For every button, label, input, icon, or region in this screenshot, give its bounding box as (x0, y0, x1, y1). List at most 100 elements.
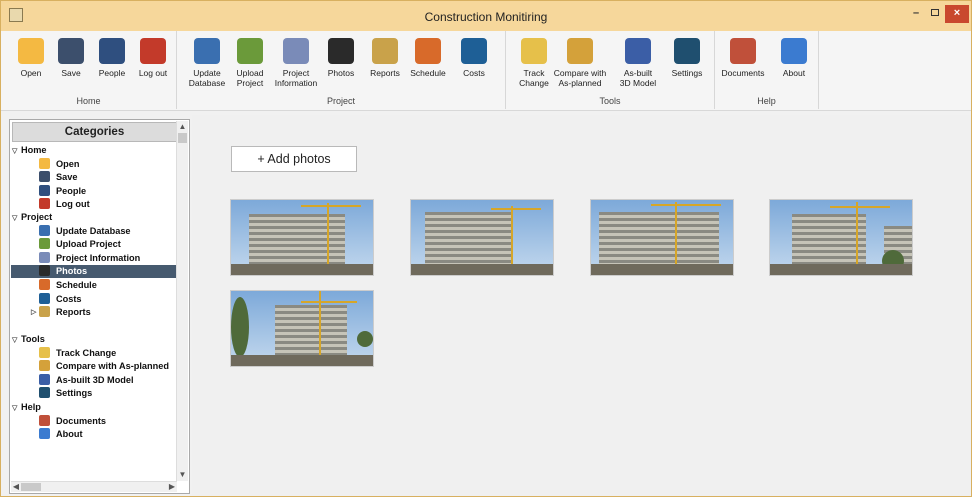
crane-mast (327, 203, 329, 265)
tree-item-log-out[interactable]: Log out (39, 198, 90, 211)
tree-item-label: People (56, 185, 87, 196)
open-folder-icon (18, 38, 44, 64)
tree-section-home[interactable]: ▽ Home (12, 144, 47, 157)
settings-button[interactable]: Settings (663, 35, 711, 78)
about-icon (781, 38, 807, 64)
minimize-button[interactable]: – (907, 5, 925, 23)
tree-item-label: Settings (56, 388, 93, 399)
vertical-scrollbar[interactable]: ▲ ▼ (176, 121, 188, 481)
add-photos-button[interactable]: + Add photos (231, 146, 357, 172)
tree-item-settings[interactable]: Settings (39, 387, 92, 400)
logout-button[interactable]: Log out (129, 35, 177, 78)
tree-item-label: Costs (56, 293, 82, 304)
tree-item-project-information[interactable]: Project Information (39, 251, 140, 265)
tree-item-label: Compare with As-planned (56, 361, 169, 372)
tree-item-photos[interactable]: Photos (11, 265, 177, 279)
schedule-icon (415, 38, 441, 64)
scroll-thumb-horizontal[interactable] (21, 483, 41, 491)
building-structure (275, 305, 347, 357)
tree-item-label: Update Database (56, 225, 131, 236)
tree-item-icon (39, 414, 50, 426)
photos-view: + Add photos (192, 115, 971, 496)
schedule-button[interactable]: Schedule (404, 35, 452, 78)
tool-label: Settings (671, 68, 703, 78)
ribbon-group-label: Help (757, 96, 776, 106)
tree-section-project[interactable]: ▽ Project (12, 211, 52, 224)
tree-item-label: Reports (56, 307, 91, 318)
photo-ground (231, 355, 373, 366)
crane-mast (675, 202, 677, 266)
tree-item-track-change[interactable]: Track Change (39, 346, 116, 360)
tool-label: Reports (370, 68, 400, 78)
gear-button[interactable]: Costs (450, 35, 498, 78)
documents-icon (730, 38, 756, 64)
photo-thumbnail[interactable] (769, 199, 913, 276)
tree-item-label: Open (56, 158, 80, 169)
building-structure (425, 212, 511, 266)
photo-thumbnail[interactable] (230, 199, 374, 276)
close-button[interactable]: × (945, 5, 969, 23)
ribbon-group-help: Documents About Help (715, 31, 819, 109)
ribbon-group-project: Update Database Upload Project Project Inf… (177, 31, 506, 109)
tree-item-icon (39, 428, 50, 440)
tool-label: About (782, 68, 806, 78)
about-button[interactable]: About (770, 35, 818, 78)
ribbon-group-label: Project (326, 96, 355, 106)
tree-item-compare-with-as-planned[interactable]: Compare with As-planned (39, 360, 169, 373)
track-change-icon (521, 38, 547, 64)
tree-section-label: Help (21, 402, 41, 412)
window-title: Construction Monitiring (424, 10, 548, 24)
maximize-button[interactable] (926, 5, 944, 23)
tree-item-icon (39, 265, 50, 277)
tree-item-icon (39, 238, 50, 250)
tree-item-update-database[interactable]: Update Database (39, 224, 131, 238)
scroll-up-icon[interactable]: ▲ (177, 121, 188, 133)
tree-item-save[interactable]: Save (39, 171, 77, 184)
photo-thumbnail[interactable] (230, 290, 374, 367)
ribbon-toolbar: Open Save People Log out Home Update Database… (1, 31, 971, 111)
tree-section-help[interactable]: ▽ Help (12, 401, 41, 414)
collapse-icon[interactable]: ▽ (12, 145, 21, 158)
expand-icon[interactable]: ▷ (31, 306, 36, 319)
save-icon (58, 38, 84, 64)
tree-item-icon (39, 171, 50, 183)
compare-button[interactable]: Compare with As-planned (551, 35, 609, 88)
tree-item-open[interactable]: Open (39, 157, 80, 171)
documents-button[interactable]: Documents (719, 35, 767, 78)
scroll-right-icon[interactable]: ▶ (167, 482, 177, 492)
photo-thumbnail[interactable] (590, 199, 734, 276)
tree-item-costs[interactable]: Costs (39, 292, 82, 306)
report-button[interactable]: Reports (361, 35, 409, 78)
tree-section-tools[interactable]: ▽ Tools (12, 333, 45, 346)
camera-button[interactable]: Photos (317, 35, 365, 78)
tree-item-people[interactable]: People (39, 184, 87, 198)
tree-item-schedule[interactable]: Schedule (39, 279, 97, 292)
tree-item-about[interactable]: About (39, 428, 83, 441)
ribbon-group-label: Tools (599, 96, 621, 106)
collapse-icon[interactable]: ▽ (12, 402, 21, 415)
tree-item-icon (39, 198, 50, 210)
scroll-down-icon[interactable]: ▼ (177, 469, 188, 481)
photo-ground (770, 264, 912, 275)
horizontal-scrollbar[interactable]: ◀ ▶ (11, 481, 177, 492)
collapse-icon[interactable]: ▽ (12, 334, 21, 347)
photo-ground (411, 264, 553, 275)
scroll-left-icon[interactable]: ◀ (11, 482, 21, 492)
tool-label: Compare with As-planned (553, 68, 607, 88)
tree-item-upload-project[interactable]: Upload Project (39, 238, 121, 251)
tree-item-as-built-3d-model[interactable]: As-built 3D Model (39, 373, 134, 387)
dwg-button[interactable]: As-built 3D Model (609, 35, 667, 88)
tree-item-icon (39, 251, 50, 263)
tree-item-reports[interactable]: ▷ Reports (31, 306, 91, 319)
collapse-icon[interactable]: ▽ (12, 212, 21, 225)
report-icon (372, 38, 398, 64)
scroll-thumb[interactable] (178, 133, 187, 143)
globe-icon (194, 38, 220, 64)
tree-item-documents[interactable]: Documents (39, 414, 106, 428)
tool-label: Photos (327, 68, 355, 78)
title-bar[interactable]: Construction Monitiring – × (1, 1, 971, 31)
categories-panel: Categories ▽ Home Open Save People Log out ▽ Pr… (9, 119, 190, 494)
tree-item-icon (39, 292, 50, 304)
tree-item-icon (39, 387, 50, 399)
photo-thumbnail[interactable] (410, 199, 554, 276)
